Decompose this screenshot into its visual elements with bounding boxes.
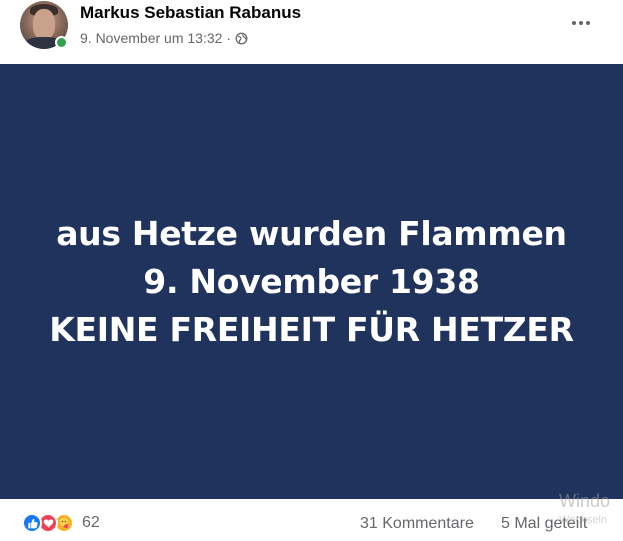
post-footer: 62 31 Kommentare 5 Mal geteilt [0, 499, 623, 541]
windows-activation-subtext: Wechseln [559, 514, 608, 526]
post-image-text: aus Hetze wurden Flammen 9. November 193… [49, 210, 574, 354]
globe-icon[interactable] [235, 32, 248, 45]
image-text-line-3: KEINE FREIHEIT FÜR HETZER [49, 309, 574, 349]
reactions-summary[interactable]: 62 [22, 513, 100, 533]
windows-activation-watermark: Windo [559, 491, 611, 511]
image-text-line-2: 9. November 1938 [143, 261, 480, 301]
comments-count-link[interactable]: 31 Kommentare [360, 515, 474, 533]
post-meta: 9. November um 13:32 · [80, 30, 248, 46]
author-name-link[interactable]: Markus Sebastian Rabanus [80, 3, 301, 23]
reaction-count: 62 [82, 514, 100, 531]
post-header: Markus Sebastian Rabanus 9. November um … [0, 0, 623, 64]
post-timestamp-link[interactable]: 9. November um 13:32 [80, 30, 222, 46]
more-options-icon[interactable] [566, 13, 596, 33]
like-icon [22, 513, 42, 533]
post-image[interactable]: aus Hetze wurden Flammen 9. November 193… [0, 64, 623, 499]
online-status-indicator [55, 36, 68, 49]
image-text-line-1: aus Hetze wurden Flammen [56, 213, 567, 253]
author-avatar[interactable] [20, 1, 68, 49]
meta-separator: · [226, 30, 232, 46]
